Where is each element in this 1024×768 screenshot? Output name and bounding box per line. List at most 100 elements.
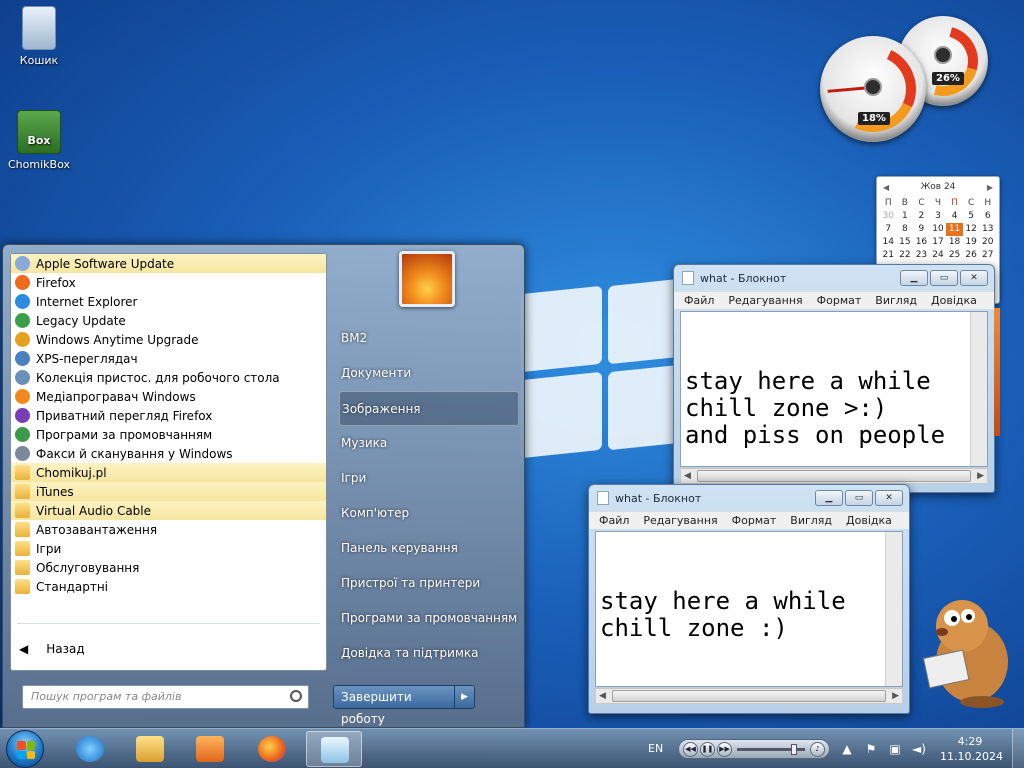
desktop-icon-recycle-bin[interactable]: Кошик: [4, 6, 74, 67]
program-item[interactable]: Обслуговування: [11, 558, 326, 577]
scroll-thumb[interactable]: [696, 470, 972, 482]
calendar-day[interactable]: 16: [913, 236, 930, 249]
notepad-window[interactable]: what - Блокнот ▁ ▭ ✕ Файл Редагування Фо…: [588, 484, 910, 714]
program-item[interactable]: Програми за промовчанням: [11, 425, 326, 444]
calendar-day[interactable]: 4: [946, 210, 963, 223]
menu-format[interactable]: Формат: [732, 514, 777, 527]
text-editor[interactable]: stay here a while chill zone >:) and pis…: [680, 311, 988, 467]
notepad-titlebar[interactable]: what - Блокнот ▁ ▭ ✕: [674, 265, 994, 291]
calendar-day[interactable]: 12: [963, 223, 980, 236]
calendar-day[interactable]: 25: [946, 249, 963, 262]
notepad-titlebar[interactable]: what - Блокнот ▁ ▭ ✕: [589, 485, 909, 511]
next-track-icon[interactable]: ▶▶: [717, 741, 732, 757]
minimize-button[interactable]: ▁: [900, 270, 928, 286]
clock[interactable]: 4:29 11.10.2024: [940, 734, 1003, 768]
scroll-left-icon[interactable]: ◀: [684, 471, 691, 481]
calendar-day[interactable]: 30: [880, 210, 897, 223]
menu-edit[interactable]: Редагування: [643, 514, 717, 527]
show-hidden-icons-icon[interactable]: ▲: [840, 742, 854, 756]
program-item[interactable]: Virtual Audio Cable: [11, 501, 326, 520]
program-item[interactable]: Факси й сканування у Windows: [11, 444, 326, 463]
taskbar-notepad[interactable]: [306, 731, 362, 767]
start-menu-link[interactable]: Ігри: [339, 461, 519, 496]
calendar-next-icon[interactable]: ▶: [987, 183, 993, 192]
horizontal-scrollbar[interactable]: ◀ ▶: [595, 688, 903, 704]
program-item[interactable]: Windows Anytime Upgrade: [11, 330, 326, 349]
menu-edit[interactable]: Редагування: [728, 294, 802, 307]
calendar-day[interactable]: 27: [979, 249, 996, 262]
start-menu-link[interactable]: Музика: [339, 426, 519, 461]
menu-file[interactable]: Файл: [599, 514, 629, 527]
show-desktop-button[interactable]: [1012, 729, 1024, 768]
shutdown-options-icon[interactable]: ▶: [455, 685, 475, 709]
scroll-right-icon[interactable]: ▶: [892, 691, 899, 701]
vertical-scrollbar[interactable]: [970, 312, 987, 466]
calendar-day[interactable]: 17: [930, 236, 947, 249]
volume-slider[interactable]: [737, 743, 805, 755]
network-icon[interactable]: ▣: [888, 742, 902, 756]
calendar-day[interactable]: 26: [963, 249, 980, 262]
scroll-thumb[interactable]: [611, 690, 887, 702]
program-item[interactable]: Колекція пристос. для робочого стола: [11, 368, 326, 387]
calendar-day[interactable]: 13: [979, 223, 996, 236]
search-input[interactable]: Пошук програм та файлів: [22, 685, 309, 709]
calendar-day[interactable]: 5: [963, 210, 980, 223]
close-button[interactable]: ✕: [875, 490, 903, 506]
notepad-window[interactable]: what - Блокнот ▁ ▭ ✕ Файл Редагування Фо…: [673, 264, 995, 493]
program-item[interactable]: Internet Explorer: [11, 292, 326, 311]
taskbar-firefox[interactable]: [244, 731, 300, 767]
menu-help[interactable]: Довідка: [931, 294, 977, 307]
calendar-day[interactable]: 14: [880, 236, 897, 249]
program-item[interactable]: XPS-переглядач: [11, 349, 326, 368]
mute-icon[interactable]: ♪: [810, 741, 825, 757]
language-indicator[interactable]: EN: [648, 729, 663, 768]
maximize-button[interactable]: ▭: [845, 490, 873, 506]
maximize-button[interactable]: ▭: [930, 270, 958, 286]
start-button[interactable]: [6, 730, 44, 768]
taskbar-media-player[interactable]: [182, 731, 238, 767]
previous-track-icon[interactable]: ◀◀: [683, 741, 698, 757]
calendar-day[interactable]: 19: [963, 236, 980, 249]
action-center-flag-icon[interactable]: ⚑: [864, 742, 878, 756]
program-item[interactable]: iTunes: [11, 482, 326, 501]
program-item[interactable]: Chomikuj.pl: [11, 463, 326, 482]
calendar-day[interactable]: 21: [880, 249, 897, 262]
scroll-left-icon[interactable]: ◀: [599, 691, 606, 701]
start-menu-link[interactable]: BM2: [339, 321, 519, 356]
start-menu-link[interactable]: Панель керування: [339, 531, 519, 566]
calendar-day[interactable]: 24: [930, 249, 947, 262]
calendar-day[interactable]: 15: [897, 236, 914, 249]
calendar-day[interactable]: 8: [897, 223, 914, 236]
start-menu-link[interactable]: Довідка та підтримка: [339, 636, 519, 671]
text-editor[interactable]: stay here a while chill zone :): [595, 531, 903, 687]
shutdown-button[interactable]: Завершити роботу: [333, 685, 455, 726]
menu-view[interactable]: Вигляд: [875, 294, 917, 307]
taskbar-explorer[interactable]: [122, 731, 178, 767]
start-menu-link[interactable]: Пристрої та принтери: [339, 566, 519, 601]
calendar-day[interactable]: 18: [946, 236, 963, 249]
calendar-prev-icon[interactable]: ◀: [883, 183, 889, 192]
vertical-scrollbar[interactable]: [885, 532, 902, 686]
program-item[interactable]: Legacy Update: [11, 311, 326, 330]
calendar-day[interactable]: 23: [913, 249, 930, 262]
calendar-day[interactable]: 20: [979, 236, 996, 249]
horizontal-scrollbar[interactable]: ◀ ▶: [680, 468, 988, 484]
calendar-day[interactable]: 1: [897, 210, 914, 223]
program-item[interactable]: Ігри: [11, 539, 326, 558]
user-avatar[interactable]: [399, 251, 455, 307]
menu-file[interactable]: Файл: [684, 294, 714, 307]
menu-help[interactable]: Довідка: [846, 514, 892, 527]
start-menu-link[interactable]: Зображення: [339, 391, 519, 426]
program-item[interactable]: Стандартні: [11, 577, 326, 596]
menu-view[interactable]: Вигляд: [790, 514, 832, 527]
scroll-right-icon[interactable]: ▶: [977, 471, 984, 481]
program-item[interactable]: Автозавантаження: [11, 520, 326, 539]
calendar-day[interactable]: 10: [930, 223, 947, 236]
calendar-day[interactable]: 2: [913, 210, 930, 223]
program-item[interactable]: Медіапрогравач Windows: [11, 387, 326, 406]
program-item[interactable]: Apple Software Update: [11, 254, 326, 273]
calendar-day[interactable]: 3: [930, 210, 947, 223]
menu-format[interactable]: Формат: [817, 294, 862, 307]
calendar-day[interactable]: 7: [880, 223, 897, 236]
program-item[interactable]: Firefox: [11, 273, 326, 292]
